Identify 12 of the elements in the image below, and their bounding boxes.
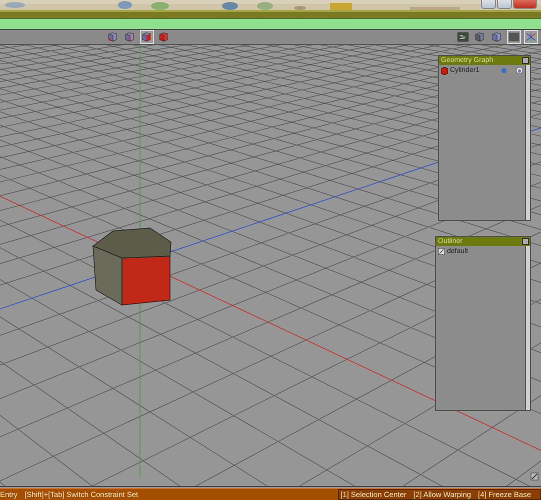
resize-icon[interactable] xyxy=(530,472,538,480)
scrollbar[interactable] xyxy=(525,246,530,410)
scrollbar[interactable] xyxy=(525,65,530,220)
node-icon xyxy=(438,248,445,255)
graph-icon xyxy=(457,30,469,44)
toolbar-button[interactable] xyxy=(524,30,538,44)
close-button[interactable] xyxy=(522,238,529,245)
texture-icon xyxy=(508,30,520,44)
toolbar-button[interactable] xyxy=(456,30,470,44)
toolbar-button[interactable] xyxy=(507,30,521,44)
close-button[interactable] xyxy=(522,57,529,64)
axes-icon xyxy=(525,30,537,44)
